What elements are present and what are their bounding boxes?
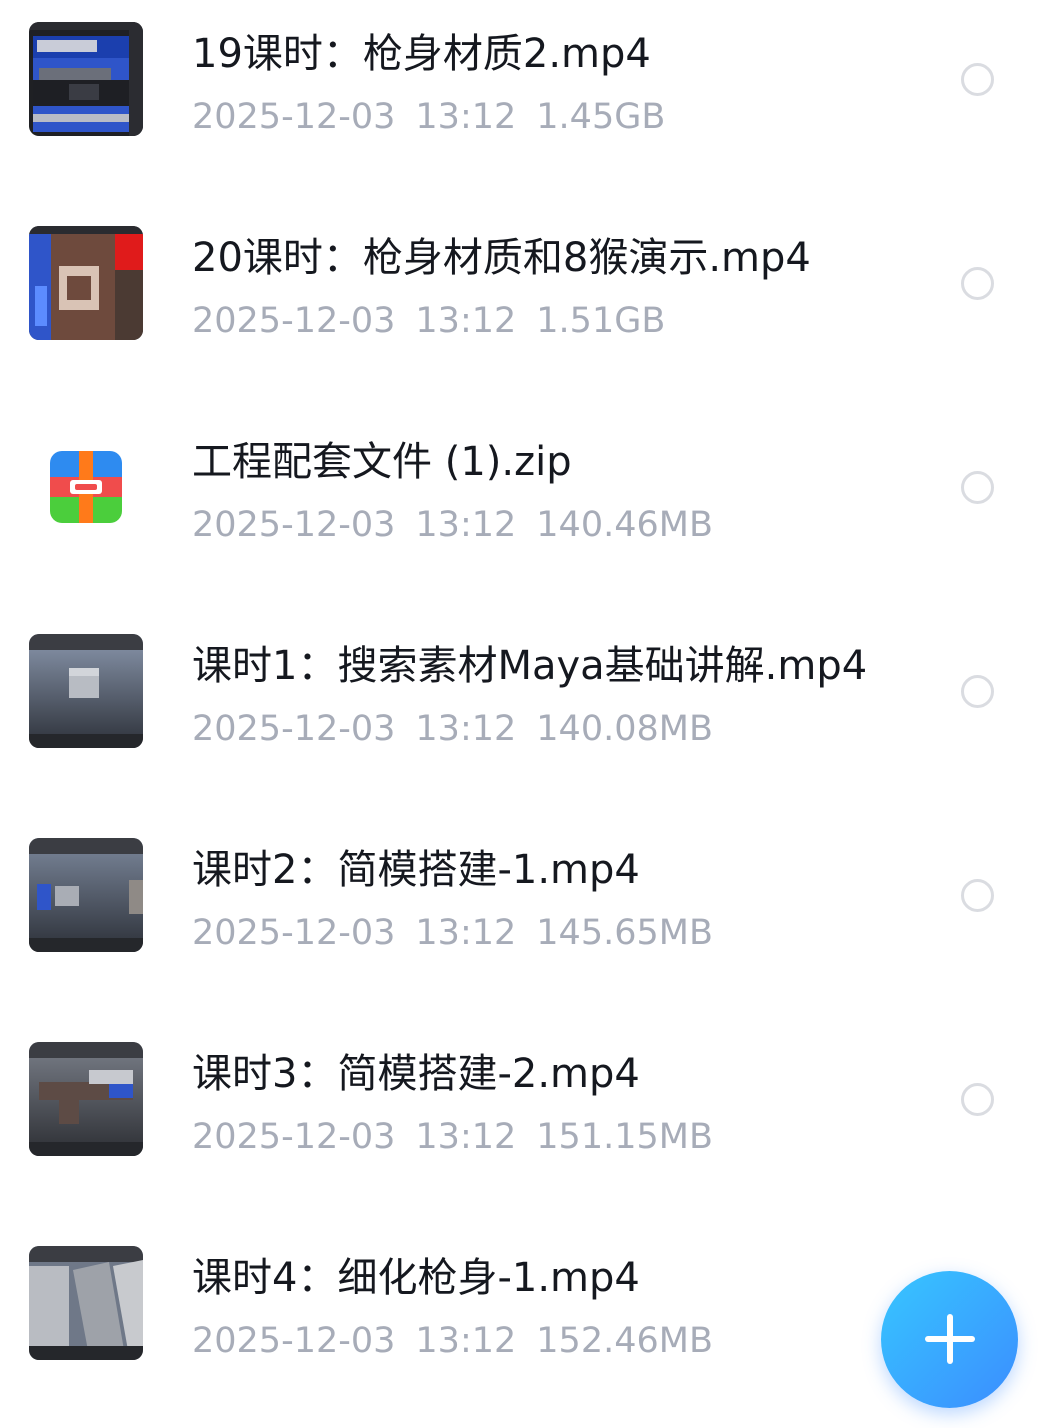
video-thumbnail xyxy=(29,226,143,340)
file-size: 151.15MB xyxy=(536,1117,713,1157)
video-thumbnail xyxy=(29,634,143,748)
file-time: 13:12 xyxy=(415,97,517,137)
file-time: 13:12 xyxy=(415,505,517,545)
file-time: 13:12 xyxy=(415,913,517,953)
file-list: 19课时：枪身材质2.mp4 2025-12-03 13:12 1.45GB 20课… xyxy=(0,0,1061,1428)
radio-unchecked-icon[interactable] xyxy=(961,1083,994,1116)
video-thumbnail xyxy=(29,22,143,136)
zip-archive-icon xyxy=(50,451,122,523)
file-name: 课时2：简模搭建-1.mp4 xyxy=(192,847,640,893)
file-row[interactable]: 课时2：简模搭建-1.mp4 2025-12-03 13:12 145.65MB xyxy=(0,816,1061,1020)
file-date: 2025-12-03 xyxy=(192,1117,396,1157)
radio-unchecked-icon[interactable] xyxy=(961,675,994,708)
file-name: 工程配套文件 (1).zip xyxy=(192,439,572,485)
file-date: 2025-12-03 xyxy=(192,301,396,341)
file-row[interactable]: 课时1：搜索素材Maya基础讲解.mp4 2025-12-03 13:12 140.… xyxy=(0,612,1061,816)
file-size: 1.51GB xyxy=(536,301,666,341)
file-size: 1.45GB xyxy=(536,97,666,137)
file-meta: 2025-12-03 13:12 1.51GB xyxy=(192,298,685,344)
file-time: 13:12 xyxy=(415,1117,517,1157)
file-meta: 2025-12-03 13:12 140.08MB xyxy=(192,706,733,752)
file-date: 2025-12-03 xyxy=(192,709,396,749)
file-meta: 2025-12-03 13:12 1.45GB xyxy=(192,94,685,140)
file-name: 课时3：简模搭建-2.mp4 xyxy=(192,1051,640,1097)
file-name: 20课时：枪身材质和8猴演示.mp4 xyxy=(192,235,811,281)
file-date: 2025-12-03 xyxy=(192,505,396,545)
file-row[interactable]: 课时3：简模搭建-2.mp4 2025-12-03 13:12 151.15MB xyxy=(0,1020,1061,1224)
file-meta: 2025-12-03 13:12 145.65MB xyxy=(192,910,733,956)
file-meta: 2025-12-03 13:12 151.15MB xyxy=(192,1114,733,1160)
file-name: 19课时：枪身材质2.mp4 xyxy=(192,31,651,77)
radio-unchecked-icon[interactable] xyxy=(961,267,994,300)
video-thumbnail xyxy=(29,1246,143,1360)
file-date: 2025-12-03 xyxy=(192,1321,396,1361)
file-size: 140.46MB xyxy=(536,505,713,545)
file-size: 145.65MB xyxy=(536,913,713,953)
file-row[interactable]: 20课时：枪身材质和8猴演示.mp4 2025-12-03 13:12 1.51GB xyxy=(0,204,1061,408)
video-thumbnail xyxy=(29,1042,143,1156)
file-name: 课时4：细化枪身-1.mp4 xyxy=(192,1255,640,1301)
file-row[interactable]: 19课时：枪身材质2.mp4 2025-12-03 13:12 1.45GB xyxy=(0,0,1061,204)
radio-unchecked-icon[interactable] xyxy=(961,471,994,504)
video-thumbnail xyxy=(29,838,143,952)
file-row[interactable]: 工程配套文件 (1).zip 2025-12-03 13:12 140.46MB xyxy=(0,408,1061,612)
file-time: 13:12 xyxy=(415,1321,517,1361)
file-date: 2025-12-03 xyxy=(192,913,396,953)
file-size: 140.08MB xyxy=(536,709,713,749)
radio-unchecked-icon[interactable] xyxy=(961,63,994,96)
radio-unchecked-icon[interactable] xyxy=(961,879,994,912)
file-time: 13:12 xyxy=(415,301,517,341)
add-button[interactable] xyxy=(881,1271,1018,1408)
file-date: 2025-12-03 xyxy=(192,97,396,137)
file-meta: 2025-12-03 13:12 152.46MB xyxy=(192,1318,733,1364)
file-meta: 2025-12-03 13:12 140.46MB xyxy=(192,502,733,548)
file-size: 152.46MB xyxy=(536,1321,713,1361)
file-name: 课时1：搜索素材Maya基础讲解.mp4 xyxy=(192,643,868,689)
file-time: 13:12 xyxy=(415,709,517,749)
